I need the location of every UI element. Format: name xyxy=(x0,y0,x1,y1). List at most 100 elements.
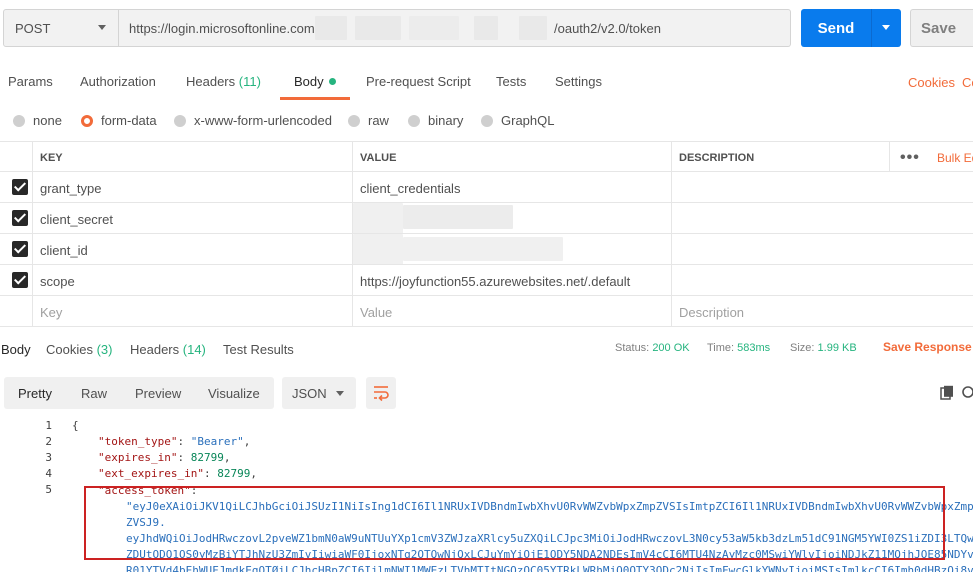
radio-urlencoded-label: x-www-form-urlencoded xyxy=(194,113,332,128)
tab-authorization[interactable]: Authorization xyxy=(80,74,156,89)
tab-params[interactable]: Params xyxy=(8,74,53,89)
row-key[interactable]: client_id xyxy=(32,234,352,264)
time-label: Time: xyxy=(707,342,735,354)
modified-dot-icon xyxy=(328,78,336,85)
code-line: { xyxy=(72,419,79,432)
tab-body[interactable]: Body xyxy=(294,74,336,89)
method-label: POST xyxy=(15,20,51,36)
table-header-row: KEY VALUE DESCRIPTION ••• Bulk Ed xyxy=(0,141,973,172)
response-tab-headers[interactable]: Headers (14) xyxy=(130,342,206,357)
response-headers-count-badge: (14) xyxy=(182,342,206,357)
wrap-lines-button[interactable] xyxy=(366,377,396,409)
size-value: 1.99 KB xyxy=(817,342,857,354)
size-label: Size: xyxy=(790,342,815,354)
request-tabs: Params Authorization Headers (11) Body P… xyxy=(0,64,973,100)
row-key[interactable]: client_secret xyxy=(32,203,352,233)
tab-settings[interactable]: Settings xyxy=(555,74,602,89)
chevron-down-icon xyxy=(98,25,106,30)
radio-icon xyxy=(408,114,420,127)
cookies-count-badge: (3) xyxy=(96,342,113,357)
row-description[interactable] xyxy=(671,265,973,295)
view-pretty-button[interactable]: Pretty xyxy=(18,386,52,401)
row-value[interactable]: https://joyfunction55.azurewebsites.net/… xyxy=(352,265,671,295)
json-key: "ext_expires_in" xyxy=(98,467,204,480)
row-description[interactable] xyxy=(671,203,973,233)
response-tab-body[interactable]: Body xyxy=(1,342,31,357)
copy-icon[interactable] xyxy=(940,385,973,401)
code-link[interactable]: Co xyxy=(962,75,973,90)
radio-binary[interactable]: binary xyxy=(408,113,463,128)
view-raw-button[interactable]: Raw xyxy=(81,386,107,401)
url-end-text: /oauth2/v2.0/token xyxy=(554,21,661,36)
line-number: 3 xyxy=(45,451,52,464)
view-preview-button[interactable]: Preview xyxy=(135,386,181,401)
url-input[interactable]: https://login.microsoftonline.com /oauth… xyxy=(119,9,791,47)
tab-body-label: Body xyxy=(294,74,324,89)
status-readout: Status: 200 OK xyxy=(615,342,690,354)
column-header-description: DESCRIPTION xyxy=(671,142,889,171)
code-line: "expires_in": 82799, xyxy=(98,451,231,464)
cookies-link[interactable]: Cookies xyxy=(908,75,955,90)
redacted-block xyxy=(353,203,403,233)
row-key[interactable]: scope xyxy=(32,265,352,295)
redacted-block xyxy=(474,16,498,40)
more-options-icon[interactable]: ••• xyxy=(900,149,920,167)
redacted-block xyxy=(315,16,347,40)
row-value[interactable]: client_credentials xyxy=(352,172,671,202)
search-icon xyxy=(962,386,973,398)
language-select[interactable]: JSON xyxy=(282,377,356,409)
radio-none-label: none xyxy=(33,113,62,128)
line-number: 2 xyxy=(45,435,52,448)
method-select[interactable]: POST xyxy=(3,9,119,47)
table-row: scope https://joyfunction55.azurewebsite… xyxy=(0,265,973,296)
row-value-redacted[interactable] xyxy=(352,203,671,233)
radio-graphql[interactable]: GraphQL xyxy=(481,113,554,128)
row-description[interactable] xyxy=(671,172,973,202)
row-key[interactable]: grant_type xyxy=(32,172,352,202)
response-actions xyxy=(940,385,973,404)
send-button[interactable]: Send xyxy=(801,9,871,47)
active-tab-indicator xyxy=(280,97,350,100)
radio-raw[interactable]: raw xyxy=(348,113,389,128)
code-line: "token_type": "Bearer", xyxy=(98,435,251,448)
save-response-button[interactable]: Save Response xyxy=(883,340,972,354)
table-row: client_secret xyxy=(0,203,973,234)
radio-form-data[interactable]: form-data xyxy=(81,113,157,128)
bulk-edit-link[interactable]: Bulk Ed xyxy=(937,151,973,165)
json-string: "Bearer" xyxy=(190,435,244,448)
key-placeholder[interactable]: Key xyxy=(32,296,352,326)
json-key: "token_type" xyxy=(98,435,178,448)
value-placeholder[interactable]: Value xyxy=(352,296,671,326)
response-tab-cookies-label: Cookies xyxy=(46,342,93,357)
radio-urlencoded[interactable]: x-www-form-urlencoded xyxy=(174,113,332,128)
json-number: 82799 xyxy=(217,467,251,480)
description-placeholder[interactable]: Description xyxy=(671,296,973,326)
radio-form-data-label: form-data xyxy=(101,113,157,128)
tab-tests[interactable]: Tests xyxy=(496,74,526,89)
line-number: 5 xyxy=(45,483,52,496)
radio-none[interactable]: none xyxy=(13,113,62,128)
table-row: grant_type client_credentials xyxy=(0,172,973,203)
view-visualize-button[interactable]: Visualize xyxy=(208,386,260,401)
row-description[interactable] xyxy=(671,234,973,264)
json-key: "expires_in" xyxy=(98,451,178,464)
checkbox-checked-icon[interactable] xyxy=(12,210,28,226)
checkbox-checked-icon[interactable] xyxy=(12,241,28,257)
response-tab-cookies[interactable]: Cookies (3) xyxy=(46,342,112,357)
redacted-block xyxy=(403,237,563,261)
checkbox-checked-icon[interactable] xyxy=(12,272,28,288)
response-body-code[interactable]: 1 2 3 4 5 { "token_type": "Bearer", "exp… xyxy=(0,417,973,572)
save-button[interactable]: Save xyxy=(910,9,973,47)
tab-headers[interactable]: Headers (11) xyxy=(186,74,261,89)
redacted-block xyxy=(355,16,401,40)
response-tab-test-results[interactable]: Test Results xyxy=(223,342,294,357)
row-value-redacted[interactable] xyxy=(352,234,671,264)
send-options-button[interactable] xyxy=(871,9,901,47)
request-bar: POST https://login.microsoftonline.com /… xyxy=(0,0,973,58)
column-header-key: KEY xyxy=(32,142,352,171)
language-label: JSON xyxy=(292,386,327,401)
checkbox-checked-icon[interactable] xyxy=(12,179,28,195)
token-line: R01YTVd4bEhWUFJmdkEgOTØiLCJhcHBpZCI6Ijlm… xyxy=(126,564,973,572)
time-readout: Time: 583ms xyxy=(707,342,770,354)
tab-prerequest-script[interactable]: Pre-request Script xyxy=(366,74,471,89)
